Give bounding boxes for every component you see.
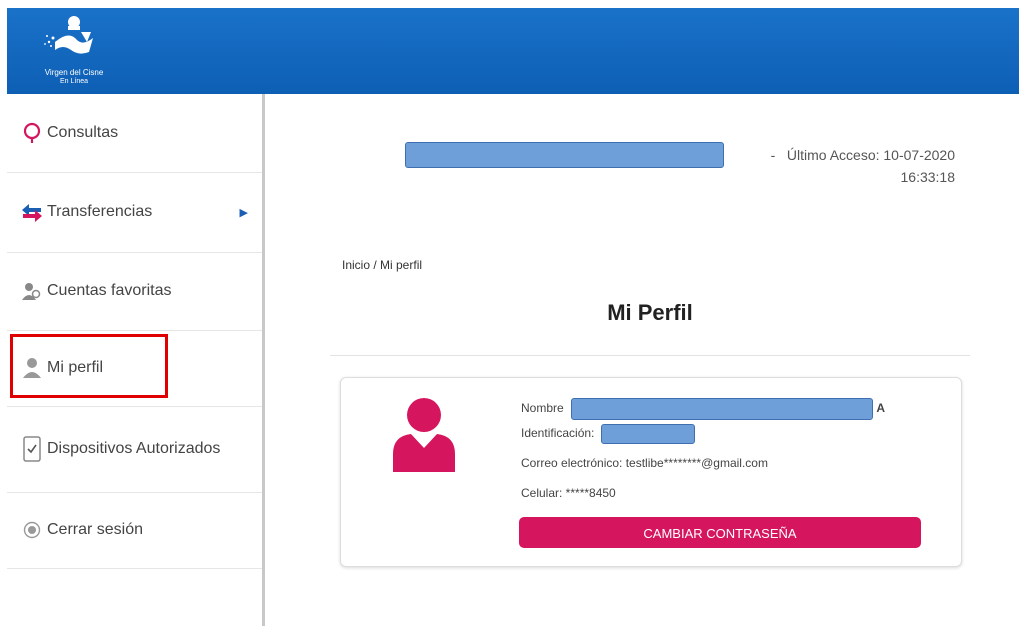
logo-emblem-icon bbox=[44, 16, 93, 54]
id-label: Identificación: bbox=[521, 426, 595, 441]
sidebar-item-label: Cuentas favoritas bbox=[47, 282, 172, 299]
transfer-icon bbox=[21, 201, 43, 223]
profile-name-row: Nombre A bbox=[521, 398, 885, 420]
last-access-time: 16:33:18 bbox=[900, 169, 956, 185]
last-access-info: - Último Acceso: 10-07-2020 16:33:18 bbox=[405, 142, 955, 192]
profile-avatar-icon bbox=[393, 396, 455, 472]
profile-id-row: Identificación: bbox=[521, 424, 695, 444]
profile-phone: Celular: *****8450 bbox=[521, 486, 616, 500]
sidebar-item-cerrar-sesion[interactable]: Cerrar sesión bbox=[7, 492, 262, 569]
breadcrumb[interactable]: Inicio / Mi perfil bbox=[342, 258, 422, 272]
last-access-text: - Último Acceso: 10-07-2020 16:33:18 bbox=[771, 144, 955, 188]
access-separator: - bbox=[770, 147, 776, 163]
sidebar-item-label: Cerrar sesión bbox=[47, 521, 144, 538]
search-icon bbox=[21, 122, 43, 144]
name-suffix: A bbox=[876, 401, 886, 416]
app-header: Virgen del Cisne En Línea bbox=[7, 8, 1019, 94]
brand-logo[interactable]: Virgen del Cisne En Línea bbox=[19, 12, 129, 90]
name-label: Nombre bbox=[521, 401, 564, 416]
brand-subtitle: En Línea bbox=[59, 78, 89, 85]
sidebar-item-label: Consultas bbox=[47, 124, 119, 141]
sidebar-item-label: Dispositivos Autorizados bbox=[47, 440, 221, 457]
sidebar: Consultas Transferencias ▶ Cuentas favor… bbox=[7, 94, 265, 626]
selection-highlight bbox=[10, 334, 168, 398]
device-check-icon bbox=[21, 436, 43, 462]
profile-card: Nombre A Identificación: Correo electrón… bbox=[340, 377, 962, 567]
divider bbox=[330, 355, 970, 356]
profile-email: Correo electrónico: testlibe********@gma… bbox=[521, 456, 768, 470]
sidebar-item-cuentas-favoritas[interactable]: Cuentas favoritas bbox=[7, 252, 262, 331]
sidebar-item-consultas[interactable]: Consultas bbox=[7, 94, 262, 173]
brand-name: Virgen del Cisne En Línea bbox=[19, 68, 129, 86]
caret-right-icon: ▶ bbox=[239, 206, 248, 219]
redacted-name bbox=[571, 398, 874, 420]
change-password-button[interactable]: CAMBIAR CONTRASEÑA bbox=[519, 517, 921, 548]
sidebar-item-dispositivos[interactable]: Dispositivos Autorizados bbox=[7, 406, 262, 493]
redacted-id bbox=[600, 424, 695, 444]
redacted-username bbox=[405, 142, 724, 168]
sidebar-item-transferencias[interactable]: Transferencias ▶ bbox=[7, 172, 262, 253]
sidebar-item-label: Transferencias bbox=[47, 203, 153, 220]
users-icon bbox=[21, 280, 43, 302]
last-access-date: Último Acceso: 10-07-2020 bbox=[786, 147, 955, 163]
power-icon bbox=[21, 519, 43, 541]
page-title: Mi Perfil bbox=[607, 300, 693, 325]
